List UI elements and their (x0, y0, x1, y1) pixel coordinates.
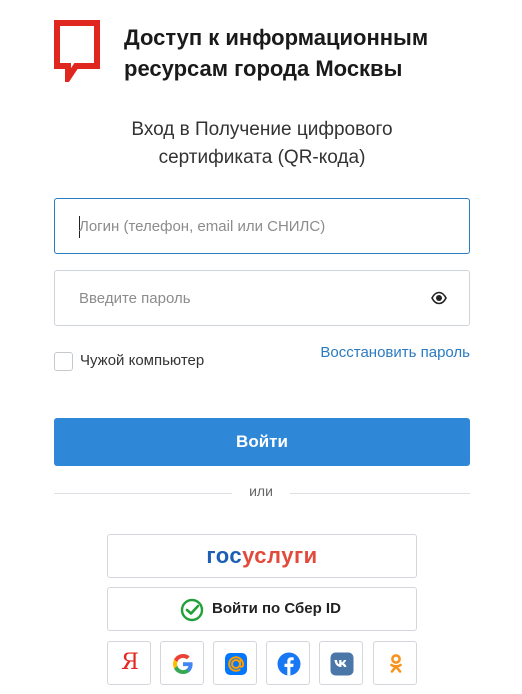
gosuslugi-logo-part1: гос (206, 543, 243, 568)
gosuslugi-logo-part2: услуги (242, 543, 318, 568)
page-title: Доступ к информационным ресурсам города … (124, 22, 494, 84)
divider-text: или (249, 483, 273, 499)
divider-right (290, 493, 470, 494)
sber-check-icon (180, 598, 204, 622)
yandex-login-button[interactable]: Я (107, 641, 151, 685)
mailru-login-button[interactable] (213, 641, 257, 685)
title-line-1: Доступ к информационным (124, 25, 429, 50)
facebook-icon (277, 652, 301, 676)
password-input[interactable]: Введите пароль (54, 270, 470, 326)
eye-icon[interactable] (431, 291, 447, 305)
mos-logo-icon (54, 20, 100, 82)
vk-icon (330, 652, 354, 676)
divider-left (54, 493, 232, 494)
odnoklassniki-login-button[interactable] (373, 641, 417, 685)
google-icon (173, 654, 193, 674)
mailru-icon (225, 653, 247, 675)
password-placeholder: Введите пароль (79, 290, 191, 307)
foreign-computer-checkbox[interactable] (54, 352, 73, 371)
gosuslugi-logo: госуслуги (108, 543, 416, 569)
sber-id-button[interactable]: Войти по Сбер ID (107, 587, 417, 631)
gosuslugi-button[interactable]: госуслуги (107, 534, 417, 578)
yandex-icon: Я (121, 650, 139, 675)
title-line-2: ресурсам города Москвы (124, 56, 403, 81)
login-placeholder: Логин (телефон, email или СНИЛС) (79, 218, 326, 235)
odnoklassniki-icon (390, 654, 402, 673)
form-subtitle: Вход в Получение цифрового сертификата (… (54, 116, 470, 172)
google-login-button[interactable] (160, 641, 204, 685)
subtitle-line-1: Вход в Получение цифрового (131, 119, 393, 140)
header: Доступ к информационным ресурсам города … (54, 18, 494, 88)
restore-password-link[interactable]: Восстановить пароль (320, 344, 470, 361)
facebook-login-button[interactable] (266, 641, 310, 685)
sber-id-label: Войти по Сбер ID (212, 600, 341, 617)
login-button[interactable]: Войти (54, 418, 470, 466)
vk-login-button[interactable] (319, 641, 363, 685)
foreign-computer-label[interactable]: Чужой компьютер (80, 352, 204, 369)
login-input[interactable]: Логин (телефон, email или СНИЛС) (54, 198, 470, 254)
subtitle-line-2: сертификата (QR-кода) (158, 147, 366, 168)
